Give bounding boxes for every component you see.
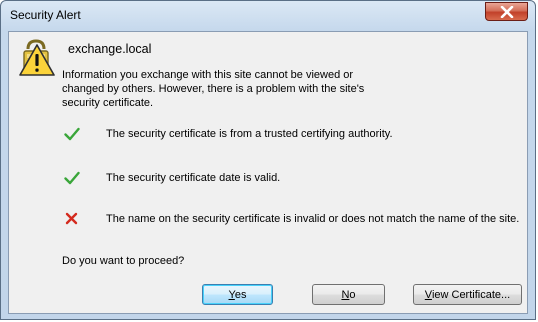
- check-icon: [64, 127, 80, 141]
- security-alert-window: Security Alert exchange.local Informatio…: [0, 0, 536, 320]
- check-icon: [64, 171, 80, 185]
- site-host: exchange.local: [68, 42, 152, 56]
- view-certificate-button[interactable]: View Certificate...: [413, 284, 522, 305]
- check-text: The security certificate is from a trust…: [106, 128, 393, 140]
- check-text: The name on the security certificate is …: [106, 213, 520, 225]
- check-text: The security certificate date is valid.: [106, 172, 281, 184]
- intro-text: Information you exchange with this site …: [62, 69, 365, 109]
- title-bar[interactable]: Security Alert: [1, 1, 535, 31]
- warning-lock-icon: [19, 39, 55, 76]
- no-button[interactable]: No: [312, 284, 385, 305]
- proceed-question: Do you want to proceed?: [62, 255, 185, 267]
- dialog-body: exchange.local Information you exchange …: [8, 31, 528, 314]
- error-x-icon: [65, 212, 78, 225]
- yes-button[interactable]: Yes: [202, 284, 273, 305]
- close-button[interactable]: [485, 2, 528, 21]
- window-title: Security Alert: [10, 8, 81, 22]
- close-icon: [500, 5, 513, 18]
